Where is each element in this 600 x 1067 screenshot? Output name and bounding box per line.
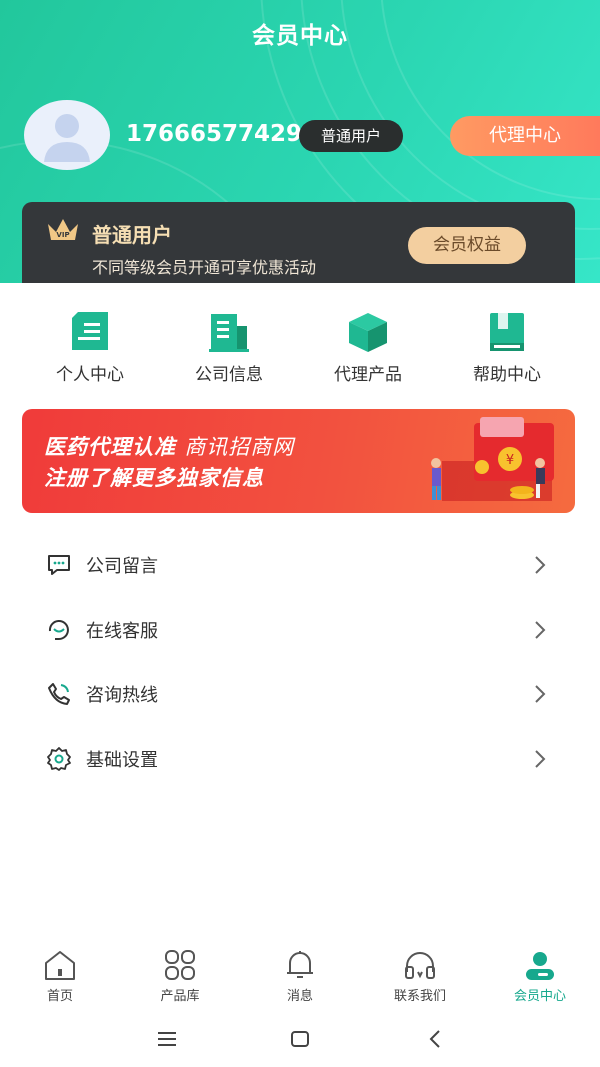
tab-home[interactable]: 首页: [0, 942, 120, 1004]
chevron-right-icon: [535, 749, 546, 768]
home-icon: [45, 951, 75, 980]
vip-description: 不同等级会员开通可享优惠活动: [92, 258, 317, 277]
menu-item-hotline[interactable]: 咨询热线: [0, 661, 600, 726]
bottom-tab-bar: 首页 产品库 消息 联系我们 会员中心: [0, 942, 600, 1008]
shortcut-label: 代理产品: [334, 365, 402, 385]
building-icon: [209, 314, 249, 352]
banner-line-2: 注册了解更多独家信息: [44, 466, 264, 490]
grid-icon: [165, 950, 195, 980]
promo-banner[interactable]: 医药代理认准 商讯招商网 注册了解更多独家信息 ¥: [22, 409, 575, 513]
menu-label: 公司留言: [86, 556, 158, 577]
phone-icon: [48, 683, 70, 705]
member-header: 会员中心 17666577429 普通用户 代理中心 VIP 普通用户 不同等级…: [0, 0, 600, 283]
tab-label: 会员中心: [513, 989, 566, 1004]
agent-center-button[interactable]: 代理中心: [450, 116, 600, 156]
menu-icon[interactable]: [154, 1026, 180, 1052]
system-nav-bar: [0, 1014, 600, 1067]
headphones-icon: [405, 952, 435, 979]
member-benefits-button[interactable]: 会员权益: [408, 227, 526, 264]
svg-text:VIP: VIP: [56, 231, 69, 239]
menu-label: 基础设置: [86, 749, 158, 771]
shortcut-company-info[interactable]: 公司信息: [159, 300, 299, 385]
message-icon: [48, 555, 70, 575]
shortcut-grid: 个人中心 公司信息 代理产品 帮助中心: [0, 300, 600, 390]
menu-item-basic-settings[interactable]: 基础设置: [0, 726, 600, 791]
banner-line-1: 医药代理认准 商讯招商网: [44, 431, 294, 461]
vip-crown-icon: VIP: [48, 219, 78, 240]
book-icon: [490, 313, 524, 351]
chevron-right-icon: [535, 685, 546, 703]
tab-label: 联系我们: [393, 989, 446, 1004]
bell-icon: [287, 951, 313, 978]
shortcut-agent-products[interactable]: 代理产品: [298, 300, 438, 385]
user-phone: 17666577429: [126, 121, 303, 147]
vip-card: VIP 普通用户 不同等级会员开通可享优惠活动 会员权益: [22, 202, 575, 283]
menu-label: 咨询热线: [86, 685, 158, 706]
user-silhouette-icon: [44, 114, 90, 162]
settings-menu: 公司留言 在线客服 咨询热线 基础设置: [0, 532, 600, 790]
banner-line-1-bold: 医药代理认准: [44, 435, 176, 459]
shortcut-personal-center[interactable]: 个人中心: [20, 300, 160, 385]
shortcut-help-center[interactable]: 帮助中心: [437, 300, 577, 385]
box-icon: [349, 313, 387, 352]
shortcut-label: 个人中心: [56, 365, 124, 385]
home-square-icon[interactable]: [287, 1026, 313, 1052]
menu-label: 在线客服: [86, 620, 158, 642]
tab-product-library[interactable]: 产品库: [120, 942, 240, 1004]
shortcut-label: 公司信息: [195, 365, 263, 385]
tab-label: 产品库: [160, 989, 200, 1004]
menu-item-online-service[interactable]: 在线客服: [0, 597, 600, 662]
red-envelope-illustration: ¥: [431, 417, 554, 501]
user-level-badge: 普通用户: [299, 120, 403, 152]
headset-chat-icon: [48, 619, 69, 640]
page-title: 会员中心: [252, 23, 348, 49]
chevron-right-icon: [535, 620, 546, 639]
svg-text:¥: ¥: [506, 453, 514, 468]
tab-member-center[interactable]: 会员中心: [480, 942, 600, 1004]
tab-label: 消息: [286, 989, 313, 1004]
gear-icon: [47, 746, 71, 771]
user-icon: [526, 952, 554, 980]
tab-contact-us[interactable]: 联系我们: [360, 942, 480, 1004]
avatar[interactable]: [24, 100, 110, 170]
document-icon: [72, 312, 108, 350]
menu-item-company-message[interactable]: 公司留言: [0, 532, 600, 597]
chevron-right-icon: [535, 556, 546, 574]
shortcut-label: 帮助中心: [473, 365, 541, 385]
banner-line-1-light: 商讯招商网: [184, 435, 295, 459]
tab-label: 首页: [46, 989, 73, 1004]
vip-title: 普通用户: [92, 223, 172, 247]
back-icon[interactable]: [423, 1026, 449, 1052]
tab-messages[interactable]: 消息: [240, 942, 360, 1004]
